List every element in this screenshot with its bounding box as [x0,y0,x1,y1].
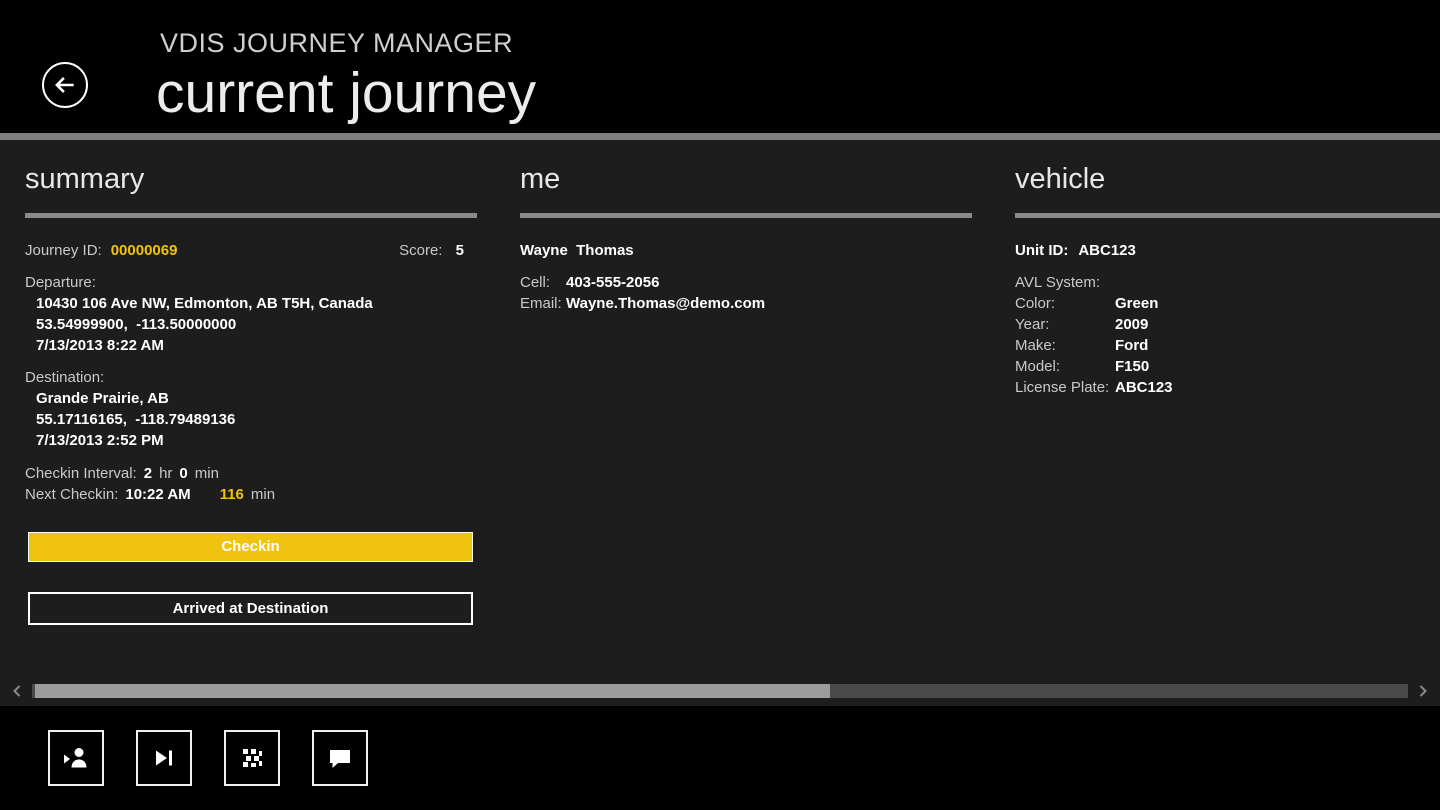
cell-label: Cell: [520,273,551,291]
scroll-right-arrow[interactable] [1415,683,1431,699]
app-bar [0,706,1440,810]
vehicle-section: vehicle Unit ID: ABC123 AVL System: Colo… [1015,140,1440,398]
color-label: Color: [1015,294,1056,312]
unit-id-row: Unit ID: ABC123 [1015,240,1440,261]
app-title: VDIS JOURNEY MANAGER [160,28,514,58]
destination-label: Destination: [25,368,105,386]
next-checkin-label: Next Checkin: [25,485,119,503]
vehicle-heading: vehicle [1015,163,1106,195]
hours-unit-label: hr [159,464,173,482]
destination-coordinates: 55.17116165, -118.79489136 [36,410,236,428]
journey-id-label: Journey ID: [25,241,102,259]
destination-address: Grande Prairie, AB [36,389,169,407]
driver-name: Wayne Thomas [520,241,634,259]
make-label: Make: [1015,336,1056,354]
app-window: VDIS JOURNEY MANAGER current journey sum… [0,0,1440,810]
vehicle-rule [1015,212,1440,218]
departure-coordinates: 53.54999900, -113.50000000 [36,315,237,333]
skip-next-button[interactable] [136,730,192,786]
score-wrap: Score: 5 [399,240,477,261]
departure-label: Departure: [25,273,96,291]
comment-icon [330,750,350,768]
departure-datetime: 7/13/2013 8:22 AM [36,336,164,354]
checkin-interval-row: Checkin Interval: 2 hr 0 min [25,463,477,484]
vehicle-grid: AVL System: Color: Green Year: 2009 Make… [1015,272,1440,398]
color-value: Green [1115,294,1159,312]
checkin-person-button[interactable] [48,730,104,786]
license-plate-label: License Plate: [1015,378,1110,396]
license-plate-value: ABC123 [1115,378,1173,396]
summary-rule [25,212,477,218]
me-heading: me [520,163,561,195]
email-label: Email: [520,294,562,312]
cell-value: 403-555-2056 [566,273,660,291]
chevron-left-icon [13,685,21,697]
checkin-person-icon [64,748,87,768]
year-label: Year: [1015,315,1050,333]
model-label: Model: [1015,357,1061,375]
score-value: 5 [455,241,464,259]
contact-grid: Cell: 403-555-2056 Email: Wayne.Thomas@d… [520,272,972,314]
scroll-left-arrow[interactable] [9,683,25,699]
scrollbar-thumb[interactable] [35,684,830,698]
checkin-interval-minutes: 0 [179,464,188,482]
page-title: current journey [156,61,537,125]
back-button[interactable] [42,62,88,108]
destination-datetime: 7/13/2013 2:52 PM [36,431,164,449]
departure-block: Departure: 10430 106 Ave NW, Edmonton, A… [25,272,477,356]
destination-block: Destination: Grande Prairie, AB 55.17116… [25,367,477,451]
map-button[interactable] [224,730,280,786]
checkin-info-block: Checkin Interval: 2 hr 0 min Next Checki… [25,463,477,505]
comment-button[interactable] [312,730,368,786]
me-rule [520,212,972,218]
journey-id-value: 00000069 [110,241,178,259]
minutes-unit-label: min [194,464,219,482]
unit-id-label: Unit ID: [1015,241,1069,259]
year-value: 2009 [1115,315,1149,333]
checkin-button[interactable]: Checkin [28,531,473,562]
me-section: me Wayne Thomas Cell: 403-555-2056 Email… [520,140,972,314]
departure-address: 10430 106 Ave NW, Edmonton, AB T5H, Cana… [36,294,373,312]
back-arrow-icon [55,77,74,93]
main-content: summary Journey ID: 00000069 Score: 5 De… [0,140,1440,706]
email-value: Wayne.Thomas@demo.com [566,294,766,312]
skip-next-icon [156,750,172,766]
chevron-right-icon [1419,685,1427,697]
summary-section: summary Journey ID: 00000069 Score: 5 De… [25,140,477,625]
next-checkin-minutes-unit: min [250,485,276,503]
score-label: Score: [399,241,443,259]
next-checkin-minutes: 116 [219,485,244,503]
checkin-interval-label: Checkin Interval: [25,464,137,482]
app-header: VDIS JOURNEY MANAGER current journey [0,0,1440,133]
make-value: Ford [1115,336,1149,354]
next-checkin-row: Next Checkin: 10:22 AM 116 min [25,484,477,505]
map-icon [243,749,262,767]
avl-system-value [1115,272,1440,293]
summary-heading: summary [25,163,145,195]
header-divider [0,133,1440,140]
journey-id-row: Journey ID: 00000069 Score: 5 [25,240,477,261]
scrollbar-track[interactable] [32,684,1408,698]
model-value: F150 [1115,357,1150,375]
unit-id-value: ABC123 [1078,241,1136,259]
checkin-interval-hours: 2 [143,464,153,482]
next-checkin-time: 10:22 AM [125,485,191,503]
arrived-at-destination-button[interactable]: Arrived at Destination [28,591,473,625]
horizontal-scrollbar [0,682,1440,700]
avl-system-label: AVL System: [1015,273,1101,291]
